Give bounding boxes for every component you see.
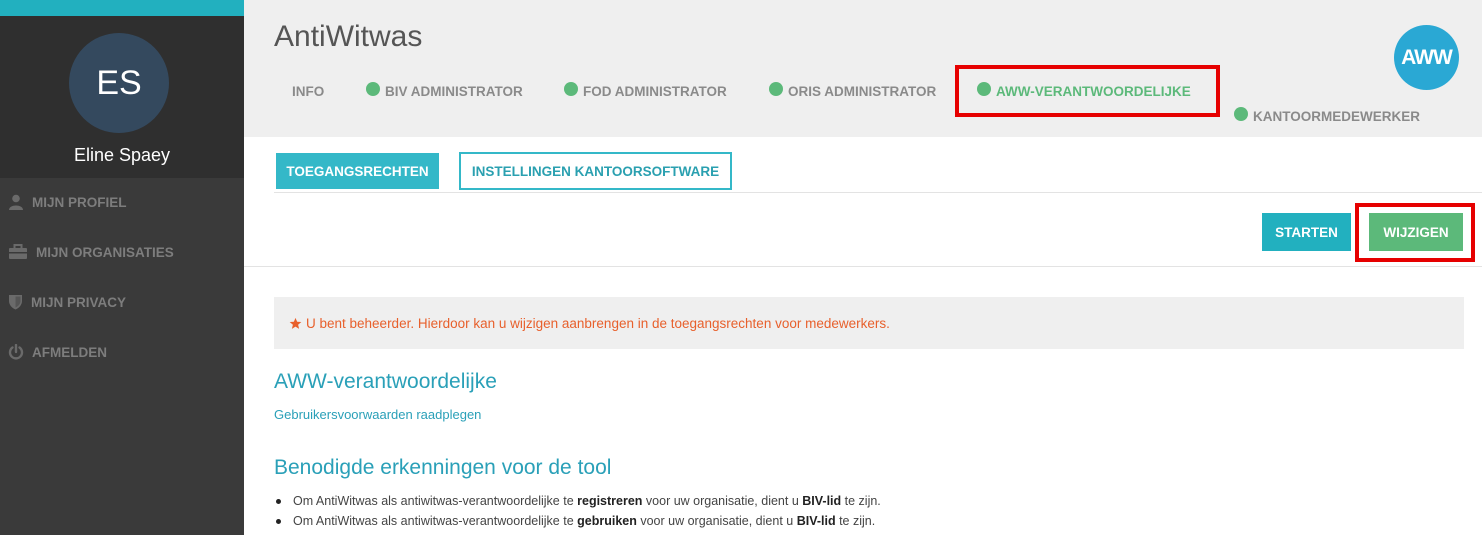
terms-link[interactable]: Gebruikersvoorwaarden raadplegen [274,407,481,422]
tab-highlight-box [955,65,1220,117]
profile-panel: ES Eline Spaey [0,0,244,178]
tab-label: ORIS ADMINISTRATOR [788,84,937,99]
bullet-dot [276,498,281,504]
header: AntiWitwas AWW INFO BIV ADMINISTRATOR FO… [244,0,1482,137]
star-icon [289,317,302,329]
sidebar-item-logout[interactable]: AFMELDEN [8,344,107,360]
button-highlight-box [1355,203,1475,262]
avatar[interactable]: ES [69,33,169,133]
list-item: Om AntiWitwas als antiwitwas-verantwoord… [276,514,875,528]
status-dot [1234,106,1248,121]
status-dot [366,81,380,96]
sidebar-item-privacy[interactable]: MIJN PRIVACY [8,294,126,310]
tab-info[interactable]: INFO [292,84,324,99]
tab-label: FOD ADMINISTRATOR [583,84,727,99]
tab-kantoormedewerker[interactable]: KANTOORMEDEWERKER [1234,106,1421,124]
divider [244,266,1482,267]
subtab-toegangsrechten[interactable]: TOEGANGSRECHTEN [276,153,439,189]
status-dot [769,81,783,96]
sidebar-item-label: AFMELDEN [32,344,107,360]
shield-icon [9,295,22,310]
bullet-text: Om AntiWitwas als antiwitwas-verantwoord… [293,514,876,528]
status-dot [564,81,578,96]
tab-label: INFO [292,84,325,99]
bullet-dot [276,518,281,524]
subtab-instellingen-kantoorsoftware[interactable]: INSTELLINGEN KANTOORSOFTWARE [459,152,732,190]
divider [274,192,1482,193]
bullet-text: Om AntiWitwas als antiwitwas-verantwoord… [293,494,881,508]
accent-bar [0,0,244,16]
user-name: Eline Spaey [73,145,171,165]
sidebar-item-organisations[interactable]: MIJN ORGANISATIES [8,244,174,260]
notice-text: U bent beheerder. Hierdoor kan u wijzige… [306,315,890,331]
tab-fod-administrator[interactable]: FOD ADMINISTRATOR [564,81,727,99]
sidebar-item-profile[interactable]: MIJN PROFIEL [8,194,127,210]
briefcase-icon [9,244,27,259]
sidebar-item-label: MIJN PROFIEL [32,194,127,210]
sidebar-item-label: MIJN PRIVACY [31,294,127,310]
admin-notice: U bent beheerder. Hierdoor kan u wijzige… [274,297,1464,349]
power-icon [8,344,24,360]
sidebar-item-label: MIJN ORGANISATIES [36,244,174,260]
tab-oris-administrator[interactable]: ORIS ADMINISTRATOR [769,81,937,99]
user-icon [9,194,23,210]
start-button[interactable]: STARTEN [1262,213,1351,251]
app-title: AntiWitwas [274,20,423,53]
list-item: Om AntiWitwas als antiwitwas-verantwoord… [276,494,881,508]
app-logo: AWW [1394,25,1459,90]
tab-label: KANTOORMEDEWERKER [1253,109,1421,124]
sidebar: ES Eline Spaey MIJN PROFIEL MIJN ORGANIS… [0,0,244,535]
role-title: AWW-verantwoordelijke [274,370,497,393]
requirements-title: Benodigde erkenningen voor de tool [274,456,612,479]
tab-biv-administrator[interactable]: BIV ADMINISTRATOR [366,81,523,99]
tab-label: BIV ADMINISTRATOR [385,84,523,99]
